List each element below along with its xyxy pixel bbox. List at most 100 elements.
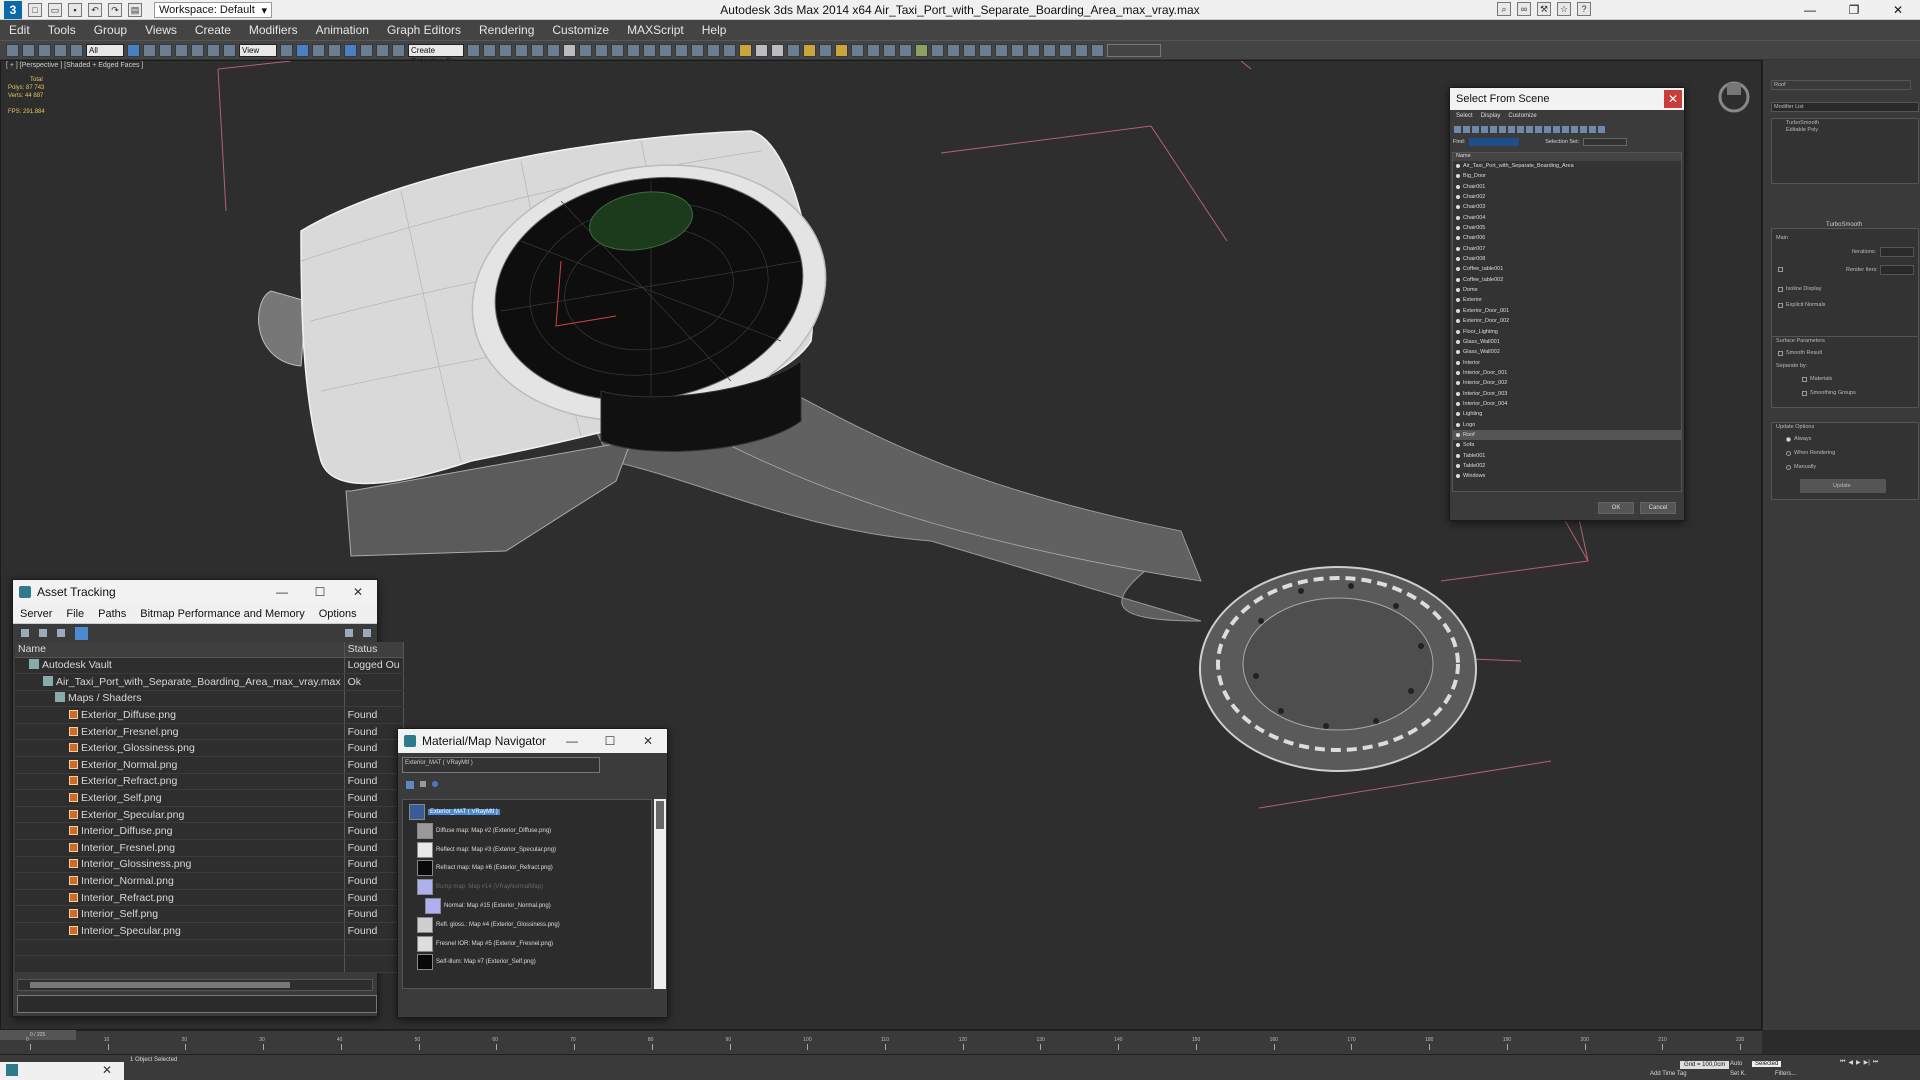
list-item[interactable]: Glass_Wall002 [1453,347,1681,357]
plugin-b-icon[interactable] [979,43,992,57]
particle-icon[interactable] [899,43,912,57]
list-view-icon[interactable] [39,629,47,637]
menu-views[interactable]: Views [136,23,186,37]
tree-item[interactable]: Refract map: Map #6 (Exterior_Refract.pn… [417,860,553,877]
list-item[interactable]: Glass_Wall001 [1453,337,1681,347]
refresh-icon[interactable] [21,629,29,637]
list-item[interactable]: Roof [1453,429,1681,441]
railclone-icon[interactable] [931,43,944,57]
table-row[interactable]: Maps / Shaders [15,690,404,708]
vray-light-icon[interactable] [659,43,672,57]
tree-view-icon[interactable] [75,626,88,640]
menu-rendering[interactable]: Rendering [470,23,543,37]
menu-maxscript[interactable]: MAXScript [618,23,693,37]
rect-region-icon[interactable] [159,43,172,57]
tree-item[interactable]: Exterior_MAT ( VRayMtl ) [409,804,500,820]
move-icon[interactable] [191,43,204,57]
table-row[interactable]: Exterior_Normal.png Found [15,756,404,774]
list-item[interactable]: Interior_Door_004 [1453,399,1681,409]
help-icon[interactable] [345,629,353,637]
curve-editor-icon[interactable] [531,43,544,57]
cloth-icon[interactable] [867,43,880,57]
sort-icon[interactable] [1589,125,1596,133]
list-item[interactable]: Chair006 [1453,233,1681,243]
asset-menu-bitmap-performance[interactable]: Bitmap Performance and Memory [133,608,311,620]
list-item[interactable]: Chair001 [1453,182,1681,192]
display-warps-icon[interactable] [1499,125,1506,133]
align-icon[interactable] [483,43,496,57]
list-item[interactable]: Floor_Lighting [1453,327,1681,337]
smoothing-groups-checkbox[interactable] [1802,391,1807,396]
vray-fur-icon[interactable] [787,43,800,57]
always-radio[interactable] [1786,437,1791,442]
select-manipulate-icon[interactable] [296,43,309,57]
script-icon[interactable] [947,43,960,57]
vray-frame-buffer-icon[interactable] [627,43,640,57]
set-key-button[interactable]: Set K. [1730,1071,1746,1077]
table-row[interactable]: Exterior_Fresnel.png Found [15,723,404,741]
table-row[interactable]: Interior_Fresnel.png Found [15,839,404,857]
table-row[interactable]: Autodesk Vault Logged Ou [15,657,404,675]
list-item[interactable]: Chair007 [1453,244,1681,254]
plugin-f-icon[interactable] [1043,43,1056,57]
plugin-i-icon[interactable] [1091,43,1104,57]
scatter-icon[interactable] [883,43,896,57]
smooth-result-checkbox[interactable] [1778,351,1783,356]
vertical-scrollbar[interactable] [654,799,666,989]
schematic-view-icon[interactable] [547,43,560,57]
plugin-a-icon[interactable] [963,43,976,57]
bind-space-warp-icon[interactable] [70,43,83,57]
minimized-window-icon[interactable] [6,1064,18,1076]
minimized-window-bar[interactable]: ✕ [0,1062,124,1080]
manually-radio[interactable] [1786,465,1791,470]
close-icon[interactable]: ✕ [102,1063,112,1077]
display-geometry-icon[interactable] [1454,125,1461,133]
plugin-c-icon[interactable] [995,43,1008,57]
table-row[interactable]: Exterior_Diffuse.png Found [15,706,404,724]
redo-tool-icon[interactable] [22,43,35,57]
rollout-title[interactable]: TurboSmooth [1826,222,1862,228]
graphite-ribbon-icon[interactable] [515,43,528,57]
prev-frame-icon[interactable]: ◀ [1848,1059,1853,1066]
asset-menu-file[interactable]: File [59,608,91,620]
star-icon[interactable]: ☆ [1557,2,1571,16]
table-row[interactable]: Exterior_Self.png Found [15,789,404,807]
menu-animation[interactable]: Animation [307,23,378,37]
list-item[interactable]: Chair005 [1453,223,1681,233]
view-small-icon[interactable] [420,781,426,787]
select-object-icon[interactable] [127,43,140,57]
vray-sun-icon[interactable] [675,43,688,57]
list-item[interactable]: Table002 [1453,461,1681,471]
selection-set-dropdown[interactable] [1583,138,1628,146]
table-row[interactable]: Interior_Refract.png Found [15,889,404,907]
selection-filter-dropdown[interactable]: All [86,43,124,57]
list-item[interactable]: Windows [1453,471,1681,481]
update-button[interactable]: Update [1800,479,1886,493]
list-item[interactable]: Interior [1453,358,1681,368]
workspace-dropdown[interactable]: Workspace: Default ▾ [154,1,272,18]
named-selection-dropdown[interactable]: Create Selection Se [408,43,464,66]
materials-checkbox[interactable] [1802,377,1807,382]
tree-item[interactable]: Normal: Map #15 (Exterior_Normal.png) [425,898,551,914]
maximize-button[interactable]: ❐ [1832,0,1876,20]
display-frozen-icon[interactable] [1544,125,1551,133]
list-item[interactable]: Chair008 [1453,254,1681,264]
scale-icon[interactable] [223,43,236,57]
filters-button[interactable]: Filters... [1775,1071,1796,1077]
snaps-toggle-icon[interactable] [328,43,341,57]
menu-edit[interactable]: Edit [0,23,39,37]
view-large-icon[interactable] [432,781,438,787]
close-icon[interactable]: ✕ [1664,90,1682,108]
display-cameras-icon[interactable] [1481,125,1488,133]
select-by-name-icon[interactable] [143,43,156,57]
display-invert-icon[interactable] [1580,125,1587,133]
minimize-button[interactable]: — [1788,0,1832,20]
list-item[interactable]: Chair003 [1453,202,1681,212]
cancel-button[interactable]: Cancel [1640,502,1676,514]
edit-named-sets-icon[interactable] [392,43,405,57]
asset-menu-paths[interactable]: Paths [91,608,133,620]
filter-icon[interactable] [1598,125,1605,133]
open-file-icon[interactable]: ▭ [48,2,62,17]
table-row[interactable]: Interior_Self.png Found [15,905,404,923]
close-button[interactable]: ✕ [339,580,377,604]
